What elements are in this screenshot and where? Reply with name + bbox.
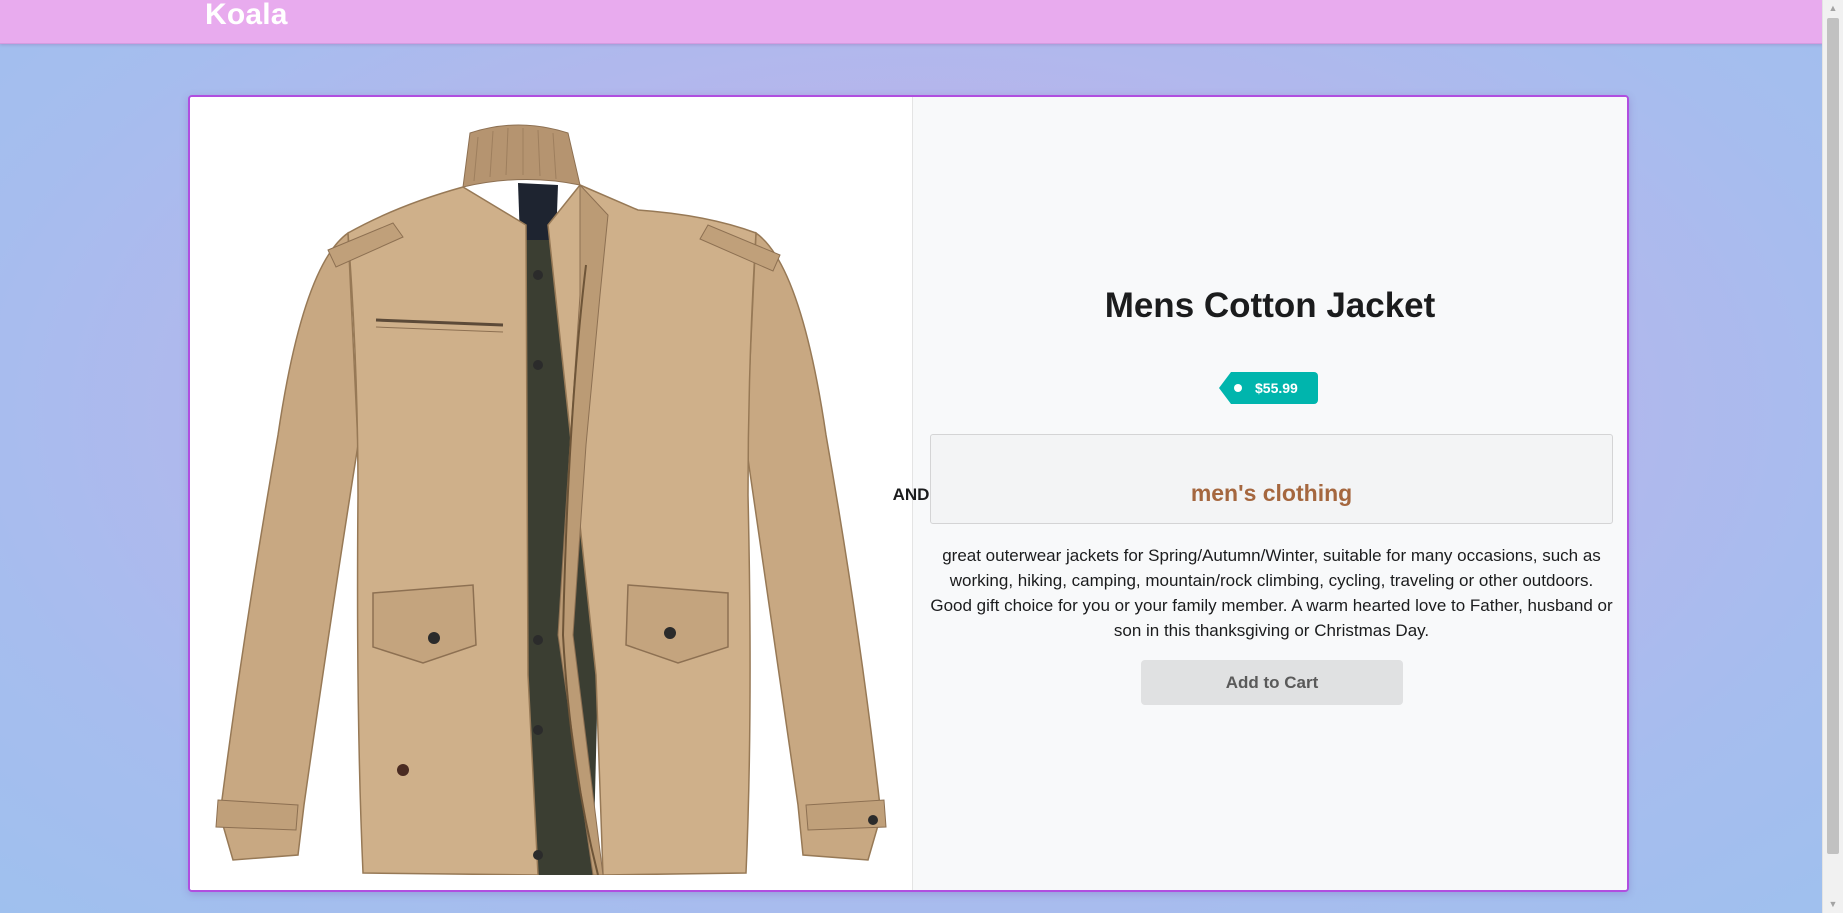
jacket-image-icon	[215, 124, 887, 876]
product-description: great outerwear jackets for Spring/Autum…	[930, 546, 1613, 640]
product-details-column: Mens Cotton Jacket $55.99 men's clothing…	[913, 97, 1627, 890]
brand-logo[interactable]: Koala	[205, 0, 288, 32]
scroll-down-icon[interactable]: ▼	[1823, 896, 1843, 913]
product-title: Mens Cotton Jacket	[1104, 286, 1436, 325]
product-category: men's clothing	[1190, 480, 1353, 506]
scroll-up-icon[interactable]: ▲	[1823, 0, 1843, 17]
price-tag: $55.99	[1219, 372, 1318, 404]
divider-and-label: AND	[892, 485, 930, 504]
add-to-cart-button[interactable]: Add to Cart	[1141, 660, 1403, 705]
product-image	[208, 115, 892, 876]
scroll-thumb[interactable]	[1827, 18, 1839, 854]
category-segment: men's clothing	[930, 434, 1613, 524]
product-image-column	[190, 97, 913, 890]
top-navbar: Koala	[0, 0, 1823, 44]
page-scrollbar[interactable]: ▲ ▼	[1822, 0, 1843, 913]
product-card: Mens Cotton Jacket $55.99 men's clothing…	[188, 95, 1629, 892]
